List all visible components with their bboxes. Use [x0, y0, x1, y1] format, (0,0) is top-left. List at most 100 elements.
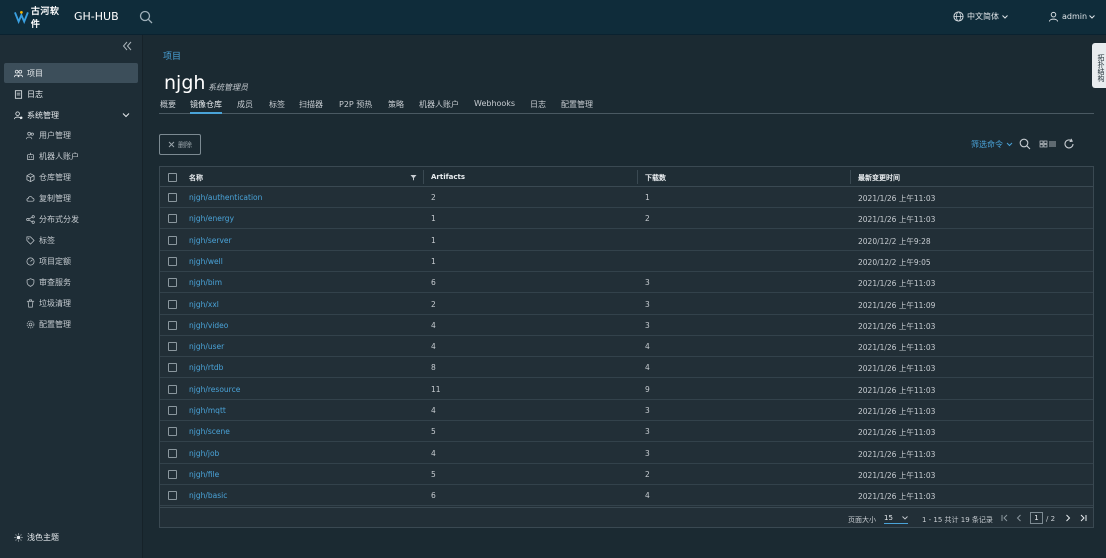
table-row[interactable]: njgh/rtdb 8 4 2021/1/26 上午11:03 [160, 357, 1093, 379]
table-row[interactable]: njgh/file 5 2 2021/1/26 上午11:03 [160, 464, 1093, 485]
sidebar-item-replications[interactable]: 复制管理 [26, 189, 71, 207]
row-checkbox[interactable] [168, 406, 177, 415]
table-row[interactable]: njgh/well 1 2020/12/2 上午9:05 [160, 251, 1093, 272]
repository-name-link[interactable]: njgh/video [189, 321, 228, 330]
tab-robot-accounts[interactable]: 机器人账户 [419, 99, 459, 110]
table-row[interactable]: njgh/job 4 3 2021/1/26 上午11:03 [160, 443, 1093, 464]
user-menu[interactable]: admin [1048, 11, 1095, 22]
sidebar-item-labels[interactable]: 标签 [26, 231, 55, 249]
sidebar-item-garbage-collection[interactable]: 垃圾清理 [26, 294, 71, 312]
language-switcher[interactable]: 中文简体 [953, 11, 1008, 22]
sidebar-item-distributions[interactable]: 分布式分发 [26, 210, 79, 228]
row-checkbox[interactable] [168, 427, 177, 437]
search-icon[interactable] [1019, 138, 1031, 150]
row-checkbox[interactable] [168, 320, 177, 330]
row-checkbox[interactable] [168, 214, 177, 224]
repository-name-link[interactable]: njgh/well [189, 257, 223, 266]
repository-name-link[interactable]: njgh/bim [189, 278, 222, 287]
row-checkbox[interactable] [168, 363, 177, 373]
modified-time: 2021/1/26 上午11:03 [858, 321, 936, 331]
table-row[interactable]: njgh/scene 5 3 2021/1/26 上午11:03 [160, 421, 1093, 443]
page-number-input[interactable]: 1 [1030, 512, 1043, 524]
sidebar-item-users[interactable]: 用户管理 [26, 126, 71, 144]
repository-name-link[interactable]: njgh/basic [189, 491, 227, 500]
row-checkbox[interactable] [168, 299, 177, 309]
sidebar-item-projects[interactable]: 项目 [4, 63, 138, 83]
tab-members[interactable]: 成员 [237, 99, 253, 110]
column-header-pulls[interactable]: 下载数 [645, 173, 666, 183]
tab-summary[interactable]: 概要 [160, 99, 176, 110]
previous-page-icon[interactable] [1014, 513, 1024, 523]
last-page-icon[interactable] [1078, 513, 1088, 523]
chevron-down-icon [1002, 14, 1008, 19]
breadcrumb[interactable]: 项目 [163, 49, 181, 62]
repository-name-link[interactable]: njgh/energy [189, 214, 234, 223]
sidebar-item-label: 仓库管理 [39, 172, 71, 182]
brand-name[interactable]: GH-HUB [74, 10, 119, 23]
select-all-checkbox[interactable] [168, 173, 177, 182]
filter-dropdown[interactable]: 筛选命令 [971, 139, 1013, 150]
refresh-icon[interactable] [1063, 138, 1075, 150]
row-checkbox[interactable] [168, 278, 177, 288]
column-header-modified[interactable]: 最新变更时间 [858, 173, 900, 183]
repository-name-link[interactable]: njgh/file [189, 470, 219, 479]
repository-name-link[interactable]: njgh/rtdb [189, 363, 223, 372]
sidebar-item-logs[interactable]: 日志 [4, 84, 138, 104]
repository-name-link[interactable]: njgh/xxl [189, 300, 219, 309]
repository-name-link[interactable]: njgh/server [189, 236, 232, 245]
next-page-icon[interactable] [1063, 513, 1073, 523]
row-checkbox[interactable] [168, 235, 177, 245]
row-checkbox[interactable] [168, 491, 177, 501]
column-header-name[interactable]: 名称 [189, 173, 203, 183]
delete-label: 删除 [178, 140, 192, 149]
tab-p2p-preheat[interactable]: P2P 预热 [339, 99, 372, 110]
repository-name-link[interactable]: njgh/resource [189, 385, 240, 394]
side-drawer-tab[interactable]: 拓扑结构 [1092, 43, 1106, 88]
table-row[interactable]: njgh/energy 1 2 2021/1/26 上午11:03 [160, 208, 1093, 230]
view-toggle-icon[interactable] [1039, 138, 1057, 150]
row-checkbox[interactable] [168, 384, 177, 394]
row-checkbox[interactable] [168, 256, 177, 266]
tab-labels[interactable]: 标签 [269, 99, 285, 110]
page-size-select[interactable]: 15 [884, 512, 908, 524]
modified-time: 2021/1/26 上午11:03 [858, 279, 936, 289]
collapse-sidebar-icon[interactable] [122, 41, 132, 51]
tab-policy[interactable]: 策略 [388, 99, 404, 110]
delete-button[interactable]: 删除 [159, 134, 201, 155]
table-row[interactable]: njgh/basic 6 4 2021/1/26 上午11:03 [160, 485, 1093, 507]
row-checkbox[interactable] [168, 469, 177, 479]
logo[interactable]: 古河软件 [14, 7, 66, 30]
theme-toggle[interactable]: 浅色主题 [14, 532, 59, 543]
sidebar-item-system-admin[interactable]: 系统管理 [4, 105, 138, 125]
repository-name-link[interactable]: njgh/user [189, 342, 224, 351]
sidebar-item-quotas[interactable]: 项目定额 [26, 252, 71, 270]
repository-name-link[interactable]: njgh/mqtt [189, 406, 226, 415]
sidebar-item-interrogation[interactable]: 审查服务 [26, 273, 71, 291]
sidebar-item-robot-accounts[interactable]: 机器人账户 [26, 147, 79, 165]
row-checkbox[interactable] [168, 448, 177, 458]
sidebar-item-registries[interactable]: 仓库管理 [26, 168, 71, 186]
table-row[interactable]: njgh/server 1 2020/12/2 上午9:28 [160, 230, 1093, 251]
table-row[interactable]: njgh/bim 6 3 2021/1/26 上午11:03 [160, 272, 1093, 294]
repository-name-link[interactable]: njgh/job [189, 449, 219, 458]
table-row[interactable]: njgh/xxl 2 3 2021/1/26 上午11:09 [160, 294, 1093, 315]
table-row[interactable]: njgh/user 4 4 2021/1/26 上午11:03 [160, 336, 1093, 358]
filter-icon[interactable] [410, 174, 417, 181]
tab-scanner[interactable]: 扫描器 [299, 99, 323, 110]
repository-name-link[interactable]: njgh/scene [189, 427, 230, 436]
tab-webhooks[interactable]: Webhooks [474, 99, 515, 108]
search-icon[interactable] [139, 10, 153, 24]
row-checkbox[interactable] [168, 342, 177, 352]
table-row[interactable]: njgh/mqtt 4 3 2021/1/26 上午11:03 [160, 400, 1093, 421]
row-checkbox[interactable] [168, 193, 177, 202]
table-row[interactable]: njgh/resource 11 9 2021/1/26 上午11:03 [160, 379, 1093, 400]
table-row[interactable]: njgh/authentication 2 1 2021/1/26 上午11:03 [160, 187, 1093, 208]
repository-name-link[interactable]: njgh/authentication [189, 193, 262, 202]
tab-logs[interactable]: 日志 [530, 99, 546, 110]
sidebar-item-configuration[interactable]: 配置管理 [26, 315, 71, 333]
table-row[interactable]: njgh/video 4 3 2021/1/26 上午11:03 [160, 315, 1093, 336]
tab-repositories[interactable]: 镜像仓库 [190, 99, 222, 114]
column-header-artifacts[interactable]: Artifacts [431, 173, 465, 181]
first-page-icon[interactable] [1000, 513, 1010, 523]
tab-configuration[interactable]: 配置管理 [561, 99, 593, 110]
